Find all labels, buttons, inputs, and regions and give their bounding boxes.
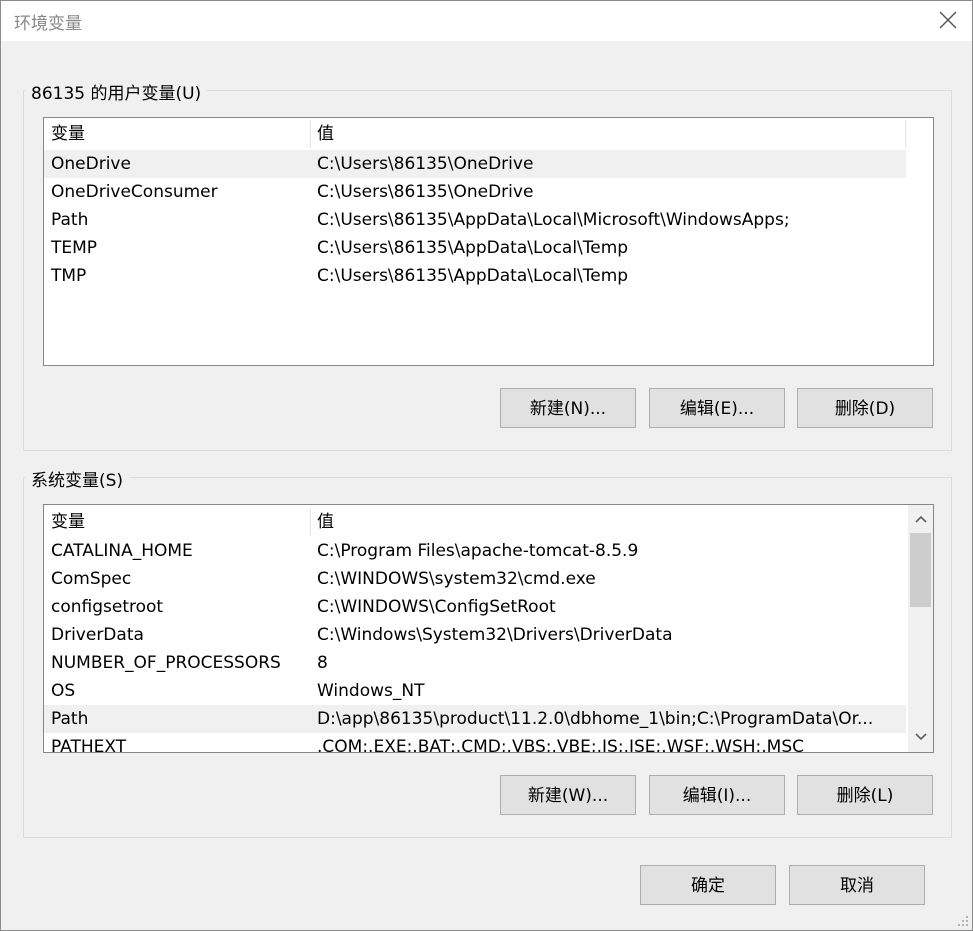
system-variables-label: 系统变量(S) — [25, 466, 130, 491]
vertical-scrollbar[interactable] — [908, 505, 933, 752]
variable-value: C:\WINDOWS\system32\cmd.exe — [317, 569, 596, 589]
system-new-button[interactable]: 新建(W)... — [500, 775, 636, 815]
system-variables-list[interactable]: 变量 值 CATALINA_HOME C:\Program Files\apac… — [43, 504, 934, 753]
table-row[interactable]: CATALINA_HOME C:\Program Files\apache-to… — [44, 537, 906, 565]
list-header: 变量 值 — [44, 120, 933, 148]
variable-value: C:\Users\86135\AppData\Local\Temp — [317, 266, 629, 286]
table-row[interactable]: PATHEXT .COM;.EXE;.BAT;.CMD;.VBS;.VBE;.J… — [44, 733, 906, 753]
column-divider[interactable] — [310, 508, 311, 536]
table-row[interactable]: NUMBER_OF_PROCESSORS 8 — [44, 649, 906, 677]
table-row[interactable]: TEMP C:\Users\86135\AppData\Local\Temp — [44, 234, 906, 262]
variable-value: .COM;.EXE;.BAT;.CMD;.VBS;.VBE;.JS;.JSE;.… — [317, 737, 805, 753]
table-row[interactable]: ComSpec C:\WINDOWS\system32\cmd.exe — [44, 565, 906, 593]
variable-value: C:\WINDOWS\ConfigSetRoot — [317, 597, 556, 617]
variable-name: OS — [51, 681, 76, 701]
variable-value: 8 — [317, 653, 328, 673]
table-row[interactable]: Path D:\app\86135\product\11.2.0\dbhome_… — [44, 705, 906, 733]
window-title: 环境变量 — [14, 14, 82, 34]
variable-value: C:\Users\86135\OneDrive — [317, 182, 534, 202]
variable-value: C:\Windows\System32\Drivers\DriverData — [317, 625, 673, 645]
variable-value: D:\app\86135\product\11.2.0\dbhome_1\bin… — [317, 709, 874, 729]
variable-value: C:\Users\86135\OneDrive — [317, 154, 534, 174]
variable-value: C:\Program Files\apache-tomcat-8.5.9 — [317, 541, 639, 561]
variable-name: ComSpec — [51, 569, 132, 589]
column-header-name[interactable]: 变量 — [51, 120, 85, 148]
variable-name: configsetroot — [51, 597, 164, 617]
user-variables-list[interactable]: 变量 值 OneDrive C:\Users\86135\OneDrive On… — [43, 117, 934, 366]
variable-value: C:\Users\86135\AppData\Local\Microsoft\W… — [317, 210, 790, 230]
variable-name: PATHEXT — [51, 737, 127, 753]
column-header-name[interactable]: 变量 — [51, 508, 85, 536]
variable-value: Windows_NT — [317, 681, 425, 701]
table-row[interactable]: Path C:\Users\86135\AppData\Local\Micros… — [44, 206, 906, 234]
user-new-button[interactable]: 新建(N)... — [500, 388, 636, 428]
variable-name: DriverData — [51, 625, 144, 645]
variable-name: TEMP — [51, 238, 98, 258]
variable-name: OneDriveConsumer — [51, 182, 218, 202]
column-header-value[interactable]: 值 — [317, 120, 334, 148]
close-icon[interactable] — [935, 7, 961, 33]
variable-name: Path — [51, 210, 89, 230]
chevron-down-icon[interactable] — [914, 732, 928, 742]
system-edit-button[interactable]: 编辑(I)... — [649, 775, 785, 815]
table-row[interactable]: DriverData C:\Windows\System32\Drivers\D… — [44, 621, 906, 649]
table-row[interactable]: OneDrive C:\Users\86135\OneDrive — [44, 150, 906, 178]
resize-grip-icon[interactable] — [956, 914, 970, 928]
user-variables-label: 86135 的用户变量(U) — [25, 79, 208, 104]
variable-name: CATALINA_HOME — [51, 541, 193, 561]
table-row[interactable]: OS Windows_NT — [44, 677, 906, 705]
variable-name: Path — [51, 709, 89, 729]
table-row[interactable]: TMP C:\Users\86135\AppData\Local\Temp — [44, 262, 906, 290]
chevron-up-icon[interactable] — [914, 514, 928, 524]
ok-button[interactable]: 确定 — [640, 865, 776, 905]
variable-name: OneDrive — [51, 154, 131, 174]
column-header-value[interactable]: 值 — [317, 508, 334, 536]
environment-variables-dialog: 环境变量 86135 的用户变量(U) 变量 值 OneDrive C:\Use… — [0, 0, 973, 931]
table-row[interactable]: configsetroot C:\WINDOWS\ConfigSetRoot — [44, 593, 906, 621]
variable-name: TMP — [51, 266, 87, 286]
user-delete-button[interactable]: 删除(D) — [797, 388, 933, 428]
column-divider[interactable] — [310, 120, 311, 148]
title-bar: 环境变量 — [1, 1, 972, 41]
cancel-button[interactable]: 取消 — [789, 865, 925, 905]
user-edit-button[interactable]: 编辑(E)... — [649, 388, 785, 428]
variable-value: C:\Users\86135\AppData\Local\Temp — [317, 238, 629, 258]
variable-name: NUMBER_OF_PROCESSORS — [51, 653, 281, 673]
list-header: 变量 值 — [44, 508, 908, 536]
table-row[interactable]: OneDriveConsumer C:\Users\86135\OneDrive — [44, 178, 906, 206]
column-divider[interactable] — [905, 120, 906, 148]
scrollbar-thumb[interactable] — [910, 533, 931, 607]
system-delete-button[interactable]: 删除(L) — [797, 775, 933, 815]
